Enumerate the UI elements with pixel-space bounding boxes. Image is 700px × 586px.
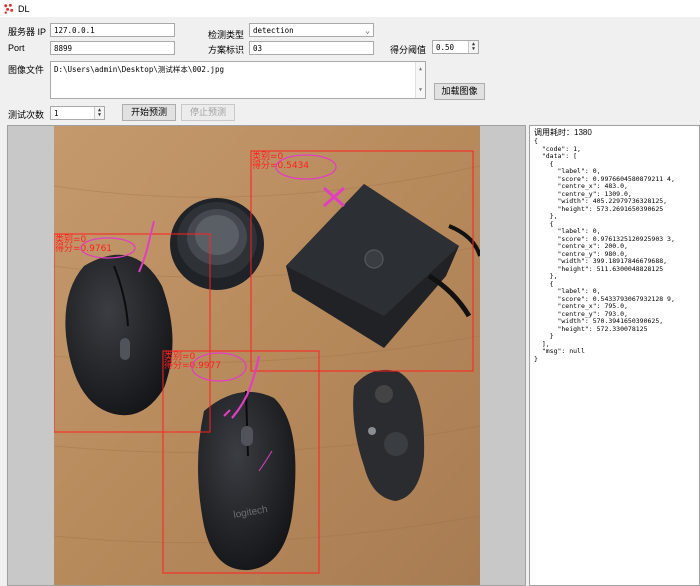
textarea-scrollbar[interactable]: ▲ ▼ — [415, 62, 425, 98]
detect-type-label: 检测类型 — [208, 30, 245, 40]
app-logo-icon — [4, 3, 14, 14]
scheme-label: 方案标识 — [208, 45, 245, 55]
stepper-arrows-icon[interactable]: ▲ ▼ — [468, 41, 478, 53]
port-input[interactable]: 8899 — [50, 41, 175, 55]
mouse-bottom: logitech — [198, 390, 296, 571]
image-view-panel: logitech 类别=0 得分=0.5434 类别=0 得分=0.9761 类… — [7, 125, 526, 586]
server-ip-label: 服务器 IP — [8, 27, 47, 37]
result-json-text: { "code": 1, "data": [ { "label": 0, "sc… — [534, 137, 675, 363]
test-count-label: 测试次数 — [8, 110, 45, 120]
server-ip-input[interactable]: 127.0.0.1 — [50, 23, 175, 37]
window-title: DL — [18, 3, 30, 14]
detect-type-select[interactable]: detection ⌄ — [249, 23, 374, 37]
start-predict-button[interactable]: 开始预测 — [122, 104, 176, 121]
stepper-arrows-icon[interactable]: ▲ ▼ — [94, 107, 104, 119]
chevron-down-icon: ⌄ — [365, 26, 370, 35]
image-file-path: D:\Users\admin\Desktop\测试样本\002.jpg — [54, 65, 224, 74]
test-count-stepper[interactable]: 1 ▲ ▼ — [50, 106, 105, 120]
result-panel[interactable]: 调用耗时：1380 { "code": 1, "data": [ { "labe… — [529, 125, 700, 586]
image-file-label: 图像文件 — [8, 65, 45, 75]
bottle-cap — [170, 198, 264, 290]
detect-type-value: detection — [253, 26, 294, 35]
score-threshold-label: 得分阈值 — [390, 45, 427, 55]
score-threshold-stepper[interactable]: 0.50 ▲ ▼ — [432, 40, 479, 54]
detection-photo: logitech 类别=0 得分=0.5434 类别=0 得分=0.9761 类… — [54, 126, 480, 585]
port-label: Port — [8, 43, 25, 53]
title-bar: DL — [0, 0, 700, 17]
test-count-value: 1 — [54, 109, 59, 118]
score-threshold-value: 0.50 — [436, 43, 455, 52]
image-file-textarea[interactable]: D:\Users\admin\Desktop\测试样本\002.jpg ▲ ▼ — [50, 61, 426, 99]
stop-predict-button[interactable]: 停止预测 — [181, 104, 235, 121]
call-time-label: 调用耗时：1380 — [534, 128, 592, 137]
scheme-input[interactable]: 03 — [249, 41, 374, 55]
load-image-button[interactable]: 加载图像 — [434, 83, 485, 100]
